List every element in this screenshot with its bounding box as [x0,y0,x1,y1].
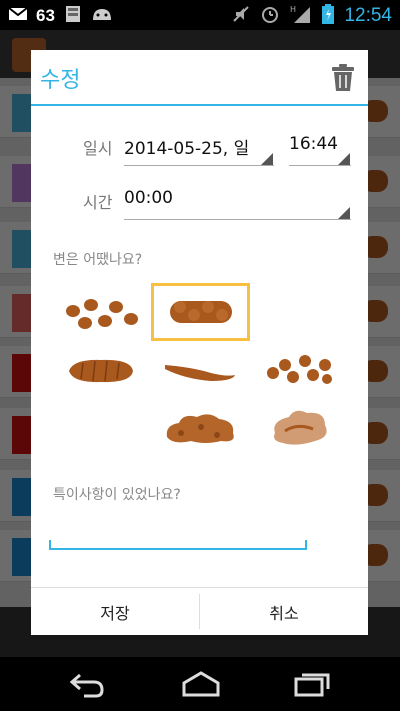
dialog-title: 수정 [40,68,81,93]
smooth-snake-icon [165,365,235,381]
hspa-signal-icon: H [290,4,312,28]
duration-spinner[interactable]: 00:00 [124,188,173,208]
duration-spinner-underline [124,219,351,220]
trash-icon [332,64,354,91]
gmail-icon [8,6,28,26]
time-spinner-underline [289,165,351,166]
hard-lumps-icon [66,299,138,329]
note-field-underline-left [49,540,51,550]
recent-apps-button[interactable] [292,669,332,703]
save-button[interactable]: 저장 [31,588,199,635]
dialog-header: 수정 [31,50,368,106]
edit-dialog: 수정 일시 2014-05-25, 일 16:44 시간 00:00 변은 어땠… [31,50,368,635]
date-spinner[interactable]: 2014-05-25, 일 [124,134,249,159]
notification-count: 63 [36,6,55,25]
status-bar-left: 63 [8,4,113,28]
watery-icon [274,410,327,445]
soft-blobs-icon [267,355,332,384]
stool-type-fluffy-pieces[interactable] [161,407,241,447]
lumpy-sausage-icon [170,301,232,323]
date-spinner-arrow-icon [261,153,273,165]
alarm-icon [260,4,280,28]
stool-type-cracked-sausage[interactable] [65,355,137,387]
battery-icon [322,4,335,28]
stool-type-smooth-snake[interactable] [161,355,239,385]
duration-spinner-arrow-icon [338,207,350,219]
status-bar-right: H 12:54 [232,4,392,28]
status-bar: 63 H 12:54 [0,0,400,30]
note-field[interactable]: 특이사항이 있었나요? [53,484,181,504]
navigation-bar [0,657,400,711]
stool-type-separate-hard-lumps[interactable] [61,291,143,335]
sd-card-icon [63,4,83,28]
stool-type-soft-blobs[interactable] [263,351,337,387]
time-spinner-arrow-icon [338,153,350,165]
note-field-underline [49,548,307,550]
home-icon [182,671,220,697]
stool-type-grid [47,277,353,463]
stool-type-watery[interactable] [267,403,333,449]
dialog-button-bar: 저장 취소 [31,587,368,635]
home-button[interactable] [180,669,222,703]
date-label: 일시 [83,139,113,158]
status-clock: 12:54 [344,5,392,26]
date-spinner-underline [124,165,274,166]
duration-label: 시간 [83,193,113,212]
note-field-underline-right [305,540,307,550]
mute-icon [232,5,250,27]
svg-text:H: H [290,5,296,14]
fluffy-pieces-icon [166,414,234,443]
delete-button[interactable] [332,64,354,92]
recent-apps-icon [294,673,330,697]
stool-question: 변은 어땠나요? [53,252,143,268]
cancel-button[interactable]: 취소 [200,588,368,635]
time-spinner[interactable]: 16:44 [289,134,338,154]
cracked-sausage-icon [69,359,133,383]
android-icon [91,6,113,26]
back-button[interactable] [66,669,106,703]
back-icon [69,673,104,698]
stool-type-lumpy-sausage[interactable] [160,295,242,329]
